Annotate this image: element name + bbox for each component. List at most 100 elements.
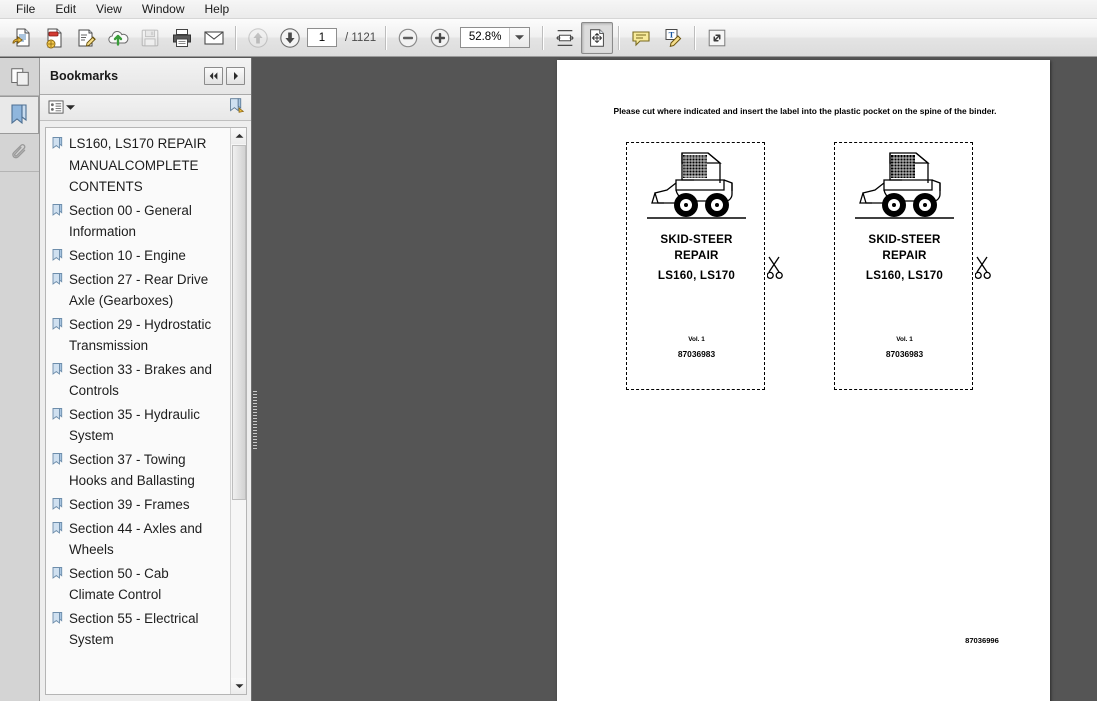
fit-page-icon: [590, 28, 605, 47]
expand-arrows-icon: [708, 29, 726, 46]
zoom-out-button[interactable]: [392, 22, 424, 54]
bookmarks-toolbar: [40, 95, 251, 121]
page-thumbnails-icon: [10, 67, 29, 86]
bookmark-item[interactable]: Section 55 - Electrical System: [46, 607, 231, 652]
scroll-down-button[interactable]: [231, 678, 246, 694]
main-toolbar: 1 / 1121 52.8% T: [0, 19, 1097, 57]
floppy-save-icon: [141, 29, 159, 46]
fit-width-icon: [556, 29, 574, 46]
toolbar-separator-1: [235, 25, 237, 50]
panel-collapse-button[interactable]: [204, 67, 223, 85]
zoom-in-button[interactable]: [424, 22, 456, 54]
bookmark-item[interactable]: Section 50 - Cab Climate Control: [46, 562, 231, 607]
scroll-up-button[interactable]: [231, 128, 246, 144]
bookmark-icon: [52, 521, 63, 540]
fit-page-button[interactable]: [581, 21, 614, 54]
bookmark-label: Section 29 - Hydrostatic Transmission: [69, 316, 212, 354]
bookmark-label: Section 55 - Electrical System: [69, 610, 199, 648]
new-bookmark-button[interactable]: [228, 97, 245, 119]
bookmark-icon: [52, 407, 63, 426]
caret-down-icon: [66, 105, 75, 110]
toolbar-separator-5: [694, 25, 697, 50]
add-comment-button[interactable]: [625, 22, 657, 54]
rail-thumbnails-button[interactable]: [0, 58, 39, 96]
current-page-input[interactable]: 1: [307, 28, 337, 47]
print-button[interactable]: [166, 22, 198, 54]
label-models: LS160, LS170: [657, 269, 736, 282]
bookmark-item[interactable]: Section 33 - Brakes and Controls: [46, 358, 231, 403]
bookmark-item[interactable]: Section 00 - General Information: [46, 199, 231, 244]
bookmark-item[interactable]: Section 29 - Hydrostatic Transmission: [46, 313, 231, 358]
edit-pdf-button[interactable]: [70, 22, 102, 54]
zoom-level-control[interactable]: 52.8%: [460, 27, 531, 48]
bookmark-label: Section 50 - Cab Climate Control: [69, 565, 169, 603]
bookmark-label: Section 39 - Frames: [69, 496, 190, 512]
scrollbar-thumb[interactable]: [232, 145, 246, 500]
text-markup-button[interactable]: T: [657, 22, 689, 54]
bookmark-item[interactable]: LS160, LS170 REPAIR MANUALCOMPLETE CONTE…: [46, 132, 231, 199]
chevron-down-icon: [235, 684, 243, 689]
zoom-dropdown-button[interactable]: [509, 28, 530, 47]
bookmark-label: Section 35 - Hydraulic System: [69, 406, 200, 444]
bookmark-label: Section 00 - General Information: [69, 202, 192, 240]
bookmarks-panel-header: Bookmarks: [40, 58, 251, 95]
menu-view[interactable]: View: [86, 1, 132, 18]
printer-icon: [173, 28, 191, 47]
scissors-icon: [975, 256, 991, 280]
fit-width-button[interactable]: [549, 22, 581, 54]
plus-circle-icon: [430, 28, 450, 47]
bookmark-item[interactable]: Section 37 - Towing Hooks and Ballasting: [46, 448, 231, 493]
menu-file[interactable]: File: [6, 1, 45, 18]
edit-document-icon: [78, 29, 96, 47]
panel-expand-button[interactable]: [226, 67, 245, 85]
next-page-button[interactable]: [274, 22, 306, 54]
spine-label-card: SKID-STEER REPAIR LS160, LS170 Vol. 1 87…: [834, 142, 973, 390]
bookmark-item[interactable]: Section 35 - Hydraulic System: [46, 403, 231, 448]
save-button[interactable]: [134, 22, 166, 54]
zoom-level-value[interactable]: 52.8%: [461, 28, 509, 47]
fullscreen-button[interactable]: [701, 22, 733, 54]
bookmark-options-button[interactable]: [48, 100, 75, 115]
label-title-line2: REPAIR: [674, 249, 719, 262]
text-highlight-icon: T: [665, 28, 682, 47]
minus-circle-icon: [398, 28, 418, 47]
toolbar-separator-2: [385, 25, 388, 50]
menu-help[interactable]: Help: [195, 1, 240, 18]
bookmark-item[interactable]: Section 10 - Engine: [46, 244, 231, 268]
scissors-icon: [767, 256, 783, 280]
chevron-down-icon: [515, 35, 525, 40]
sticky-note-icon: [632, 30, 650, 46]
rail-attachments-button[interactable]: [0, 134, 39, 172]
label-volume: Vol. 1: [688, 336, 705, 343]
skid-steer-loader-icon: [855, 152, 954, 219]
menu-bar: File Edit View Window Help: [0, 0, 1097, 19]
toolbar-separator-4: [618, 25, 621, 50]
bookmark-item[interactable]: Section 44 - Axles and Wheels: [46, 517, 231, 562]
menu-window[interactable]: Window: [132, 1, 195, 18]
bookmark-icon: [52, 248, 63, 267]
menu-edit[interactable]: Edit: [45, 1, 86, 18]
bookmarks-scrollbar[interactable]: [230, 128, 246, 694]
double-chevron-left-icon: [209, 72, 218, 80]
navigation-rail: [0, 58, 40, 701]
arrow-up-icon: [248, 27, 268, 48]
previous-page-button[interactable]: [242, 22, 274, 54]
create-pdf-button[interactable]: [38, 22, 70, 54]
document-viewport[interactable]: Please cut where indicated and insert th…: [258, 58, 1097, 701]
bookmark-label: Section 33 - Brakes and Controls: [69, 361, 212, 399]
label-title-line1: SKID-STEER: [660, 233, 733, 246]
bookmark-item[interactable]: Section 27 - Rear Drive Axle (Gearboxes): [46, 268, 231, 313]
bookmarks-title: Bookmarks: [50, 69, 119, 83]
upload-cloud-button[interactable]: [102, 22, 134, 54]
open-file-button[interactable]: [6, 22, 38, 54]
svg-text:T: T: [669, 29, 675, 39]
email-button[interactable]: [198, 22, 230, 54]
label-models: LS160, LS170: [865, 269, 944, 282]
splitter-grip: [253, 391, 257, 451]
rail-bookmarks-button[interactable]: [0, 96, 39, 134]
create-pdf-icon: [46, 28, 62, 48]
new-bookmark-icon: [230, 97, 245, 113]
label-volume: Vol. 1: [896, 336, 913, 343]
bookmark-item[interactable]: Section 39 - Frames: [46, 493, 231, 517]
chevron-right-icon: [233, 72, 238, 80]
